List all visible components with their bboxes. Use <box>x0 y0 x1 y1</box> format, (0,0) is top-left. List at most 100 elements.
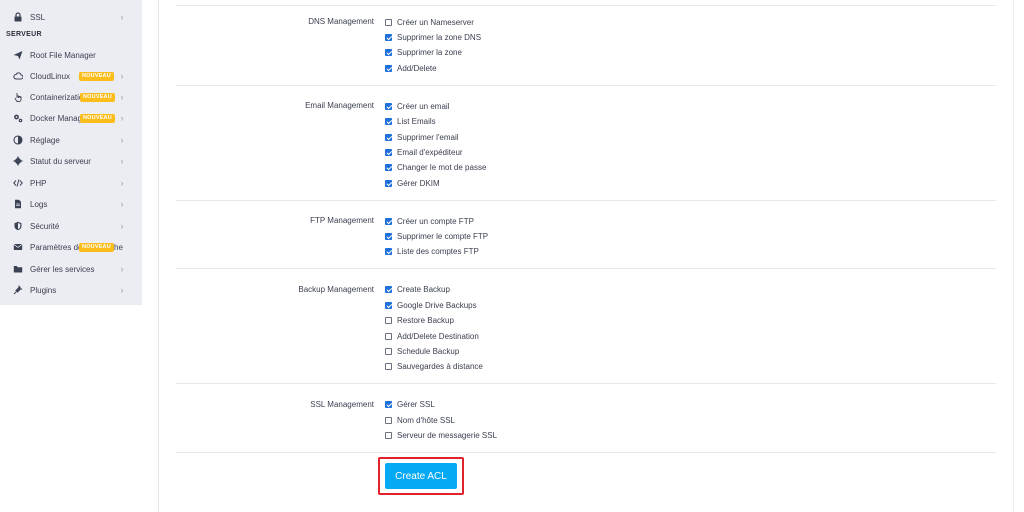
acl-option[interactable]: Créer un email <box>385 100 449 112</box>
section-title: SSL Management <box>310 400 374 409</box>
acl-option[interactable]: List Emails <box>385 115 436 127</box>
new-badge: NOUVEAU <box>80 113 115 123</box>
acl-option[interactable]: Email d'expéditeur <box>385 146 463 158</box>
paper-plane-icon <box>12 49 24 61</box>
sidebar-item-logs[interactable]: Logs › <box>0 194 142 214</box>
sidebar-item-parametres-messagerie[interactable]: Paramètres de NOUVEAU he <box>0 237 142 257</box>
sidebar-item-label: Containerizatio <box>30 92 84 102</box>
option-label: Restore Backup <box>397 315 454 325</box>
section-divider <box>176 268 996 269</box>
checkbox[interactable] <box>385 301 392 309</box>
checkbox[interactable] <box>385 316 392 324</box>
option-label: Email d'expéditeur <box>397 147 463 157</box>
acl-option[interactable]: Add/Delete Destination <box>385 330 479 342</box>
sidebar-item-reglage[interactable]: Réglage › <box>0 130 142 150</box>
acl-option[interactable]: Supprimer la zone DNS <box>385 31 481 43</box>
acl-option[interactable]: Supprimer l'email <box>385 131 459 143</box>
section-divider <box>176 85 996 86</box>
checkbox[interactable] <box>385 347 392 355</box>
checkbox[interactable] <box>385 332 392 340</box>
checkbox[interactable] <box>385 179 392 187</box>
option-label: Schedule Backup <box>397 346 460 356</box>
option-label: Créer un compte FTP <box>397 216 474 226</box>
checkbox[interactable] <box>385 117 392 125</box>
sidebar-item-containerization[interactable]: Containerizatio NOUVEAU › <box>0 87 142 107</box>
option-label: Add/Delete Destination <box>397 331 479 341</box>
create-acl-button[interactable]: Create ACL <box>385 463 457 489</box>
sidebar-item-label: Paramètres de <box>30 242 83 252</box>
acl-option[interactable]: Add/Delete <box>385 62 437 74</box>
new-badge: NOUVEAU <box>79 242 114 252</box>
section-divider <box>176 200 996 201</box>
checkbox[interactable] <box>385 64 392 72</box>
plug-icon <box>12 284 24 296</box>
sidebar-item-php[interactable]: PHP › <box>0 173 142 193</box>
sidebar-item-docker-manager[interactable]: Docker Manag NOUVEAU › <box>0 108 142 128</box>
section-title: FTP Management <box>310 216 374 225</box>
acl-option[interactable]: Supprimer la zone <box>385 46 462 58</box>
sidebar-item-root-file-manager[interactable]: Root File Manager <box>0 45 142 65</box>
checkbox[interactable] <box>385 48 392 56</box>
checkbox[interactable] <box>385 163 392 171</box>
sidebar-item-label: Docker Manag <box>30 113 83 123</box>
cloud-icon <box>12 70 24 82</box>
content-border-right <box>1013 0 1014 512</box>
section-divider <box>176 383 996 384</box>
sidebar-section-title: SERVEUR <box>6 31 42 38</box>
checkbox[interactable] <box>385 232 392 240</box>
sidebar-item-label: Sécurité <box>30 221 60 231</box>
acl-option[interactable]: Create Backup <box>385 283 450 295</box>
sidebar-item-label: CloudLinux <box>30 71 71 81</box>
sidebar-item-securite[interactable]: Sécurité › <box>0 216 142 236</box>
checkbox[interactable] <box>385 247 392 255</box>
checkbox[interactable] <box>385 416 392 424</box>
option-label: Gérer SSL <box>397 399 435 409</box>
option-label: Supprimer l'email <box>397 132 459 142</box>
sidebar-item-ssl[interactable]: SSL › <box>0 7 142 27</box>
option-label: Supprimer la zone DNS <box>397 32 482 42</box>
option-label: Créer un Nameserver <box>397 17 474 27</box>
section-title: DNS Management <box>308 17 374 26</box>
option-label: Changer le mot de passe <box>397 162 487 172</box>
acl-option[interactable]: Nom d'hôte SSL <box>385 414 455 426</box>
acl-option[interactable]: Changer le mot de passe <box>385 161 486 173</box>
checkbox[interactable] <box>385 33 392 41</box>
checkbox[interactable] <box>385 148 392 156</box>
checkbox[interactable] <box>385 400 392 408</box>
option-label: Créer un email <box>397 101 450 111</box>
sidebar-item-statut-du-serveur[interactable]: Statut du serveur › <box>0 151 142 171</box>
acl-option[interactable]: Gérer DKIM <box>385 177 440 189</box>
acl-option[interactable]: Serveur de messagerie SSL <box>385 429 497 441</box>
acl-option[interactable]: Restore Backup <box>385 314 454 326</box>
acl-option[interactable]: Supprimer le compte FTP <box>385 230 488 242</box>
acl-option[interactable]: Gérer SSL <box>385 398 435 410</box>
folder-icon <box>12 263 24 275</box>
checkbox[interactable] <box>385 133 392 141</box>
chevron-right-icon: › <box>120 264 124 274</box>
checkbox[interactable] <box>385 431 392 439</box>
sidebar-item-label: Logs <box>30 199 48 209</box>
acl-option[interactable]: Liste des comptes FTP <box>385 245 479 257</box>
checkbox[interactable] <box>385 285 392 293</box>
checkbox[interactable] <box>385 102 392 110</box>
chevron-right-icon: › <box>120 156 124 166</box>
sidebar-item-label: SSL <box>30 12 46 22</box>
checkbox[interactable] <box>385 362 392 370</box>
section-title: Email Management <box>305 101 374 110</box>
sidebar-item-cloudlinux[interactable]: CloudLinux NOUVEAU › <box>0 66 142 86</box>
top-divider <box>176 5 996 6</box>
sidebar-item-plugins[interactable]: Plugins › <box>0 280 142 300</box>
option-label: Supprimer la zone <box>397 47 462 57</box>
acl-option[interactable]: Google Drive Backups <box>385 299 477 311</box>
checkbox[interactable] <box>385 217 392 225</box>
acl-option[interactable]: Créer un Nameserver <box>385 16 474 28</box>
acl-option[interactable]: Créer un compte FTP <box>385 215 474 227</box>
lock-icon <box>12 11 24 23</box>
option-label: Serveur de messagerie SSL <box>397 430 498 440</box>
acl-option[interactable]: Schedule Backup <box>385 345 459 357</box>
option-label: Create Backup <box>397 284 450 294</box>
checkbox[interactable] <box>385 18 392 26</box>
sidebar-item-gerer-les-services[interactable]: Gérer les services › <box>0 259 142 279</box>
acl-option[interactable]: Sauvegardes à distance <box>385 360 483 372</box>
chevron-right-icon: › <box>120 71 124 81</box>
